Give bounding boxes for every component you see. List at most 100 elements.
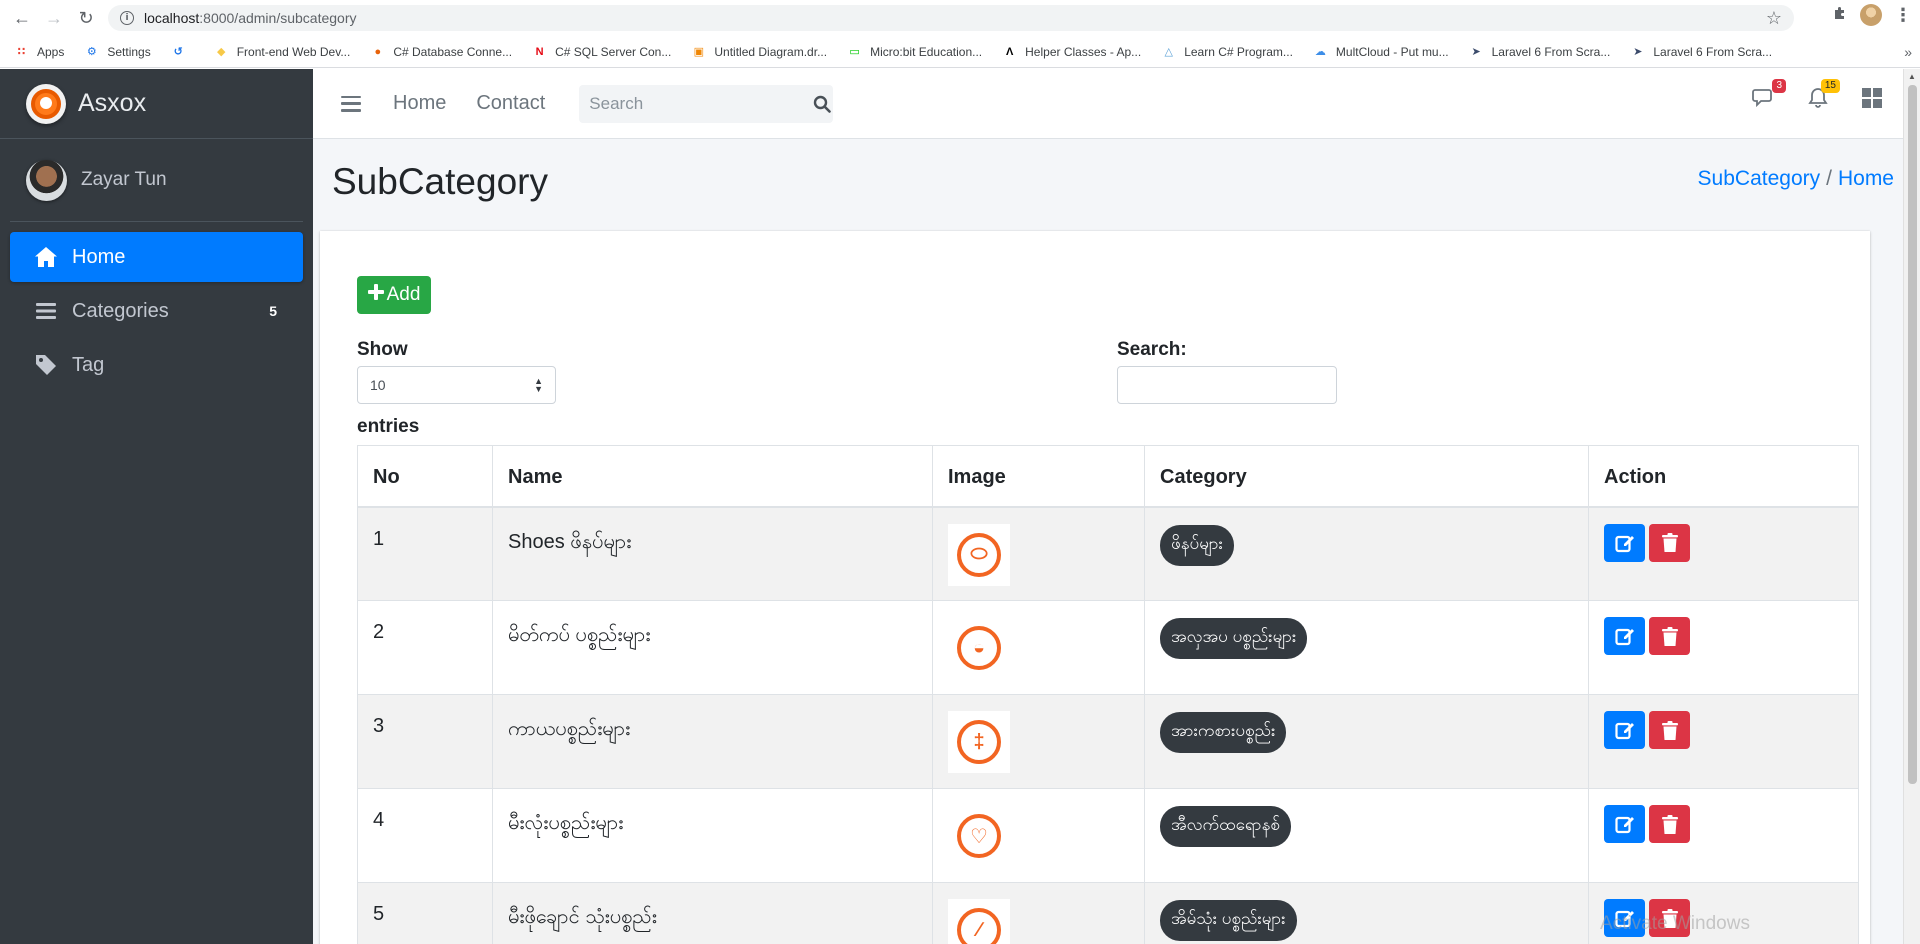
subcategory-image: ⬭ <box>948 523 1010 586</box>
user-avatar <box>26 159 67 201</box>
bookmark-item[interactable]: ☁ MultCloud - Put mu... <box>1313 44 1449 59</box>
bookmark-star-icon[interactable]: ☆ <box>1766 8 1782 29</box>
brand-logo-icon <box>26 83 66 124</box>
bookmark-label: Laravel 6 From Scra... <box>1653 44 1773 59</box>
bookmark-item[interactable]: ● C# Database Conne... <box>370 44 513 59</box>
nav-link-home[interactable]: Home <box>393 92 446 115</box>
delete-button[interactable] <box>1649 711 1690 749</box>
column-header-category[interactable]: Category <box>1144 445 1589 508</box>
bookmark-label: Micro:bit Education... <box>870 44 983 59</box>
cell-name: ကာယပစ္စည်းများ <box>492 694 933 789</box>
forward-icon[interactable]: → <box>40 4 68 32</box>
delete-button[interactable] <box>1649 523 1690 562</box>
bookmark-item[interactable]: ▣ Untitled Diagram.dr... <box>691 44 827 59</box>
bookmark-item[interactable]: ∷ Apps <box>14 44 65 59</box>
bookmark-item[interactable]: ⚙ Settings <box>84 44 151 59</box>
table-row: 2 မိတ်ကပ် ပစ္စည်းများ ◒ အလှအပ ပစ္စည်းများ <box>357 600 1859 695</box>
scrollbar-thumb[interactable] <box>1908 85 1917 784</box>
reload-icon[interactable]: ↻ <box>72 4 100 32</box>
breadcrumb-current[interactable]: SubCategory <box>1698 167 1821 191</box>
bookmark-item[interactable]: ↺ <box>171 44 194 59</box>
messages-button[interactable]: 3 <box>1751 79 1786 113</box>
column-header-name[interactable]: Name <box>492 445 933 508</box>
bookmarks-overflow-icon[interactable]: » <box>1904 44 1912 60</box>
cell-no: 3 <box>357 694 493 789</box>
bookmark-label: C# SQL Server Con... <box>555 44 672 59</box>
trash-icon <box>1661 533 1678 552</box>
cell-action <box>1588 506 1859 601</box>
subcategory-image: ♡ <box>948 805 1010 867</box>
cell-category: ဖိနပ်များ <box>1144 506 1589 601</box>
trash-icon <box>1661 814 1678 834</box>
bookmark-label: MultCloud - Put mu... <box>1335 44 1449 59</box>
list-icon <box>34 299 58 323</box>
info-icon[interactable]: i <box>120 11 134 25</box>
history-icon: ↺ <box>173 46 183 58</box>
cell-name: Shoes ဖိနပ်များ <box>492 506 933 601</box>
breadcrumb-separator: / <box>1826 167 1832 190</box>
table-search-input[interactable] <box>1117 366 1337 404</box>
cell-category: အလှအပ ပစ္စည်းများ <box>1144 600 1589 695</box>
bookmark-item[interactable]: N C# SQL Server Con... <box>532 44 672 59</box>
search-icon[interactable] <box>810 85 833 123</box>
cell-action <box>1588 694 1859 789</box>
browser-profile-avatar[interactable] <box>1860 4 1882 26</box>
breadcrumb: SubCategory / Home <box>1698 167 1894 191</box>
cell-image: ♡ <box>932 788 1145 883</box>
address-bar[interactable]: i localhost:8000/admin/subcategory ☆ <box>108 5 1794 31</box>
plus-icon <box>367 284 384 306</box>
edit-button[interactable] <box>1604 711 1645 749</box>
column-header-no[interactable]: No <box>357 445 493 508</box>
nav-link-contact[interactable]: Contact <box>476 92 545 115</box>
bookmark-item[interactable]: ➤ Laravel 6 From Scra... <box>1630 44 1772 59</box>
table-row: 3 ကာယပစ္စည်းများ ‡ အားကစားပစ္စည်း <box>357 694 1859 789</box>
subcategory-table: No Name Image Category Action 1 Shoes ဖိန… <box>357 445 1859 944</box>
bookmark-item[interactable]: △ Learn C# Program... <box>1161 44 1292 59</box>
apps-grid-button[interactable] <box>1859 87 1885 113</box>
extensions-puzzle-icon[interactable] <box>1832 5 1848 26</box>
add-button[interactable]: Add <box>357 276 431 314</box>
bookmark-item[interactable]: Λ Helper Classes - Ap... <box>1002 44 1141 59</box>
bookmark-item[interactable]: ▭ Micro:bit Education... <box>847 44 982 59</box>
column-header-image[interactable]: Image <box>932 445 1145 508</box>
brand-link[interactable]: Asxox <box>0 69 313 139</box>
sidebar-item-home[interactable]: Home <box>10 232 303 282</box>
entries-select-value: 10 <box>370 377 386 393</box>
table-row: 4 မီးလုံးပစ္စည်းများ ♡ အီလက်ထရောနစ် <box>357 788 1859 883</box>
bookmark-item[interactable]: ➤ Laravel 6 From Scra... <box>1469 44 1611 59</box>
csharp-site-icon: ● <box>374 45 382 58</box>
bookmark-label: C# Database Conne... <box>393 44 513 59</box>
edit-button[interactable] <box>1604 523 1645 562</box>
cell-no: 1 <box>357 506 493 601</box>
subcategory-image: ◒ <box>948 617 1010 679</box>
bookmark-label: Settings <box>107 44 151 59</box>
category-badge: အီလက်ထရောနစ် <box>1160 806 1291 847</box>
delete-button[interactable] <box>1649 805 1690 843</box>
cell-no: 2 <box>357 600 493 695</box>
n-logo-icon: N <box>535 45 544 58</box>
breadcrumb-home[interactable]: Home <box>1838 167 1894 191</box>
bookmark-item[interactable]: ◆ Front-end Web Dev... <box>214 44 350 59</box>
select-caret-icon: ▲ ▼ <box>534 376 543 394</box>
column-header-action[interactable]: Action <box>1588 445 1859 508</box>
browser-menu-icon[interactable]: ⋮ <box>1894 5 1912 26</box>
user-panel[interactable]: Zayar Tun <box>10 139 303 222</box>
categories-count-badge: 5 <box>269 303 277 319</box>
notifications-button[interactable]: 15 <box>1805 79 1840 113</box>
page-scrollbar[interactable]: ▲ <box>1903 69 1920 944</box>
back-icon[interactable]: ← <box>8 4 36 32</box>
cell-image: ‡ <box>932 694 1145 789</box>
entries-select[interactable]: 10 ▲ ▼ <box>357 366 556 404</box>
edit-button[interactable] <box>1604 617 1645 655</box>
category-badge: အလှအပ ပစ္စည်းများ <box>1160 618 1308 659</box>
table-row: 1 Shoes ဖိနပ်များ ⬭ ဖိနပ်များ <box>357 506 1859 601</box>
navbar-search-input[interactable] <box>579 84 811 123</box>
sidebar-item-categories[interactable]: Categories 5 <box>10 286 303 336</box>
sidebar-item-tag[interactable]: Tag <box>10 340 303 390</box>
edit-button[interactable] <box>1604 805 1645 843</box>
menu-toggle-icon[interactable] <box>341 95 361 112</box>
cell-action <box>1588 788 1859 883</box>
scroll-up-icon[interactable]: ▲ <box>1908 72 1916 81</box>
delete-button[interactable] <box>1649 617 1690 655</box>
bookmarks-bar: ∷ Apps ⚙ Settings ↺ ◆ Front-end Web Dev... ● C# … <box>0 36 1920 68</box>
